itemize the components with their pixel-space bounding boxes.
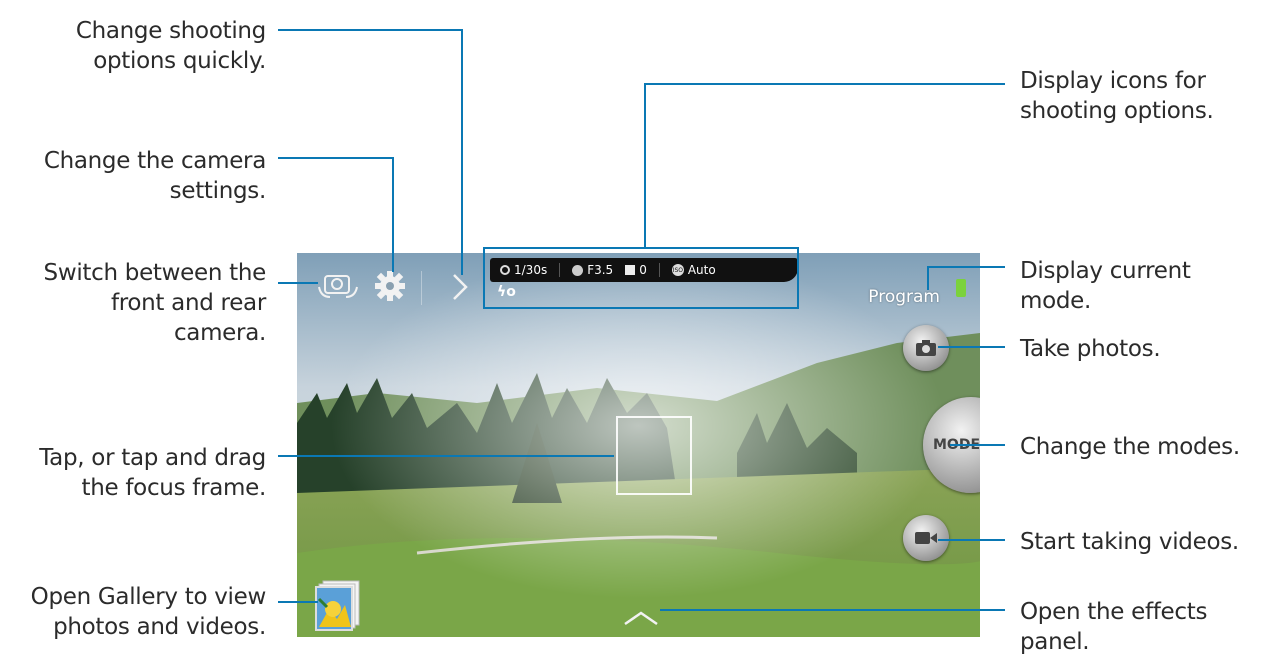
label-change-modes: Change the modes. [1020, 434, 1240, 460]
label-display-mode: Display current mode. [1020, 258, 1191, 314]
aperture-indicator: F3.5 [572, 263, 613, 277]
iso-icon: ISO [671, 264, 684, 276]
iso-value: Auto [687, 263, 716, 277]
label-focus-frame: Tap, or tap and drag the focus frame. [39, 445, 266, 501]
battery-icon [956, 279, 966, 297]
status-separator [559, 263, 561, 277]
current-mode-label: Program [868, 287, 940, 307]
label-open-gallery: Open Gallery to view photos and videos. [30, 584, 267, 640]
label-change-camera-settings: Change the camera settings. [43, 148, 266, 204]
gallery-icon [315, 580, 360, 631]
shutter-icon [500, 265, 510, 275]
exposure-indicator: 0 [625, 263, 647, 277]
mode-button-label: MODE [933, 437, 980, 453]
exposure-value: 0 [639, 263, 647, 277]
aperture-icon [572, 264, 584, 276]
chevron-right-icon [453, 274, 468, 300]
settings-button[interactable] [373, 269, 407, 303]
status-separator [658, 263, 660, 277]
flash-icon: ϟo [497, 284, 516, 300]
quick-options-button[interactable] [447, 267, 473, 307]
effects-panel-button[interactable] [621, 609, 661, 627]
switch-camera-icon [318, 275, 358, 298]
shutter-speed-value: 1/30s [514, 263, 548, 277]
camera-icon [916, 340, 936, 356]
label-open-effects: Open the effects panel. [1020, 599, 1208, 655]
record-video-button[interactable] [903, 515, 949, 561]
toolbar-divider [421, 271, 422, 305]
label-switch-camera: Switch between the front and rear camera… [43, 260, 267, 346]
label-change-shooting-options: Change shooting options quickly. [75, 18, 266, 74]
chevron-up-icon [624, 611, 658, 626]
label-take-photos: Take photos. [1020, 336, 1161, 362]
focus-frame[interactable] [616, 416, 692, 495]
aperture-value: F3.5 [587, 263, 614, 277]
iso-indicator: ISO Auto [671, 263, 716, 277]
switch-camera-button[interactable] [315, 267, 361, 303]
camera-viewfinder[interactable]: 1/30s F3.5 0 ISO Auto ϟo Program MODE [297, 253, 980, 637]
exposure-icon [625, 265, 636, 275]
shooting-options-status-bar: 1/30s F3.5 0 ISO Auto [490, 258, 798, 282]
label-start-videos: Start taking videos. [1020, 529, 1239, 555]
shutter-speed-indicator: 1/30s [500, 263, 547, 277]
video-camera-icon [915, 532, 937, 544]
take-photo-button[interactable] [903, 325, 949, 371]
label-display-icons: Display icons for shooting options. [1020, 68, 1214, 124]
gallery-thumbnail[interactable] [315, 579, 361, 631]
gear-icon [375, 271, 405, 301]
